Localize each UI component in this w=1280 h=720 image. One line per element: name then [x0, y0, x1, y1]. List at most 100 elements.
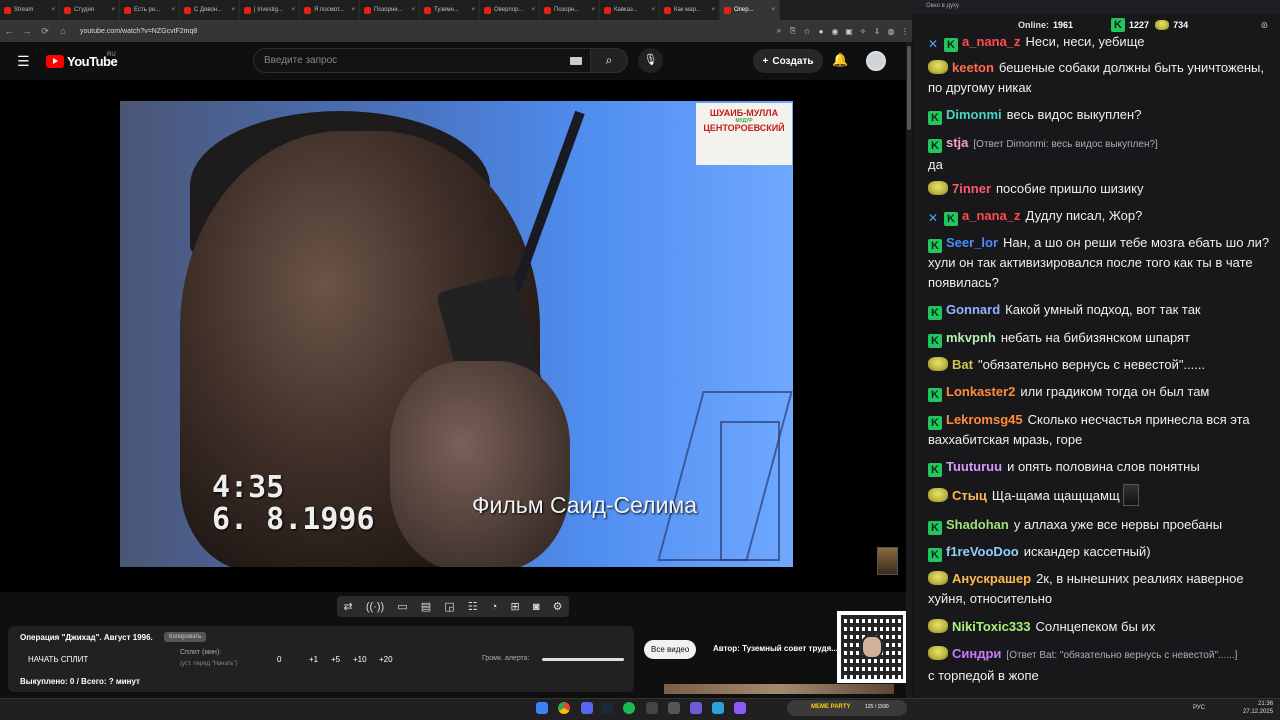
home-icon[interactable]: ⌂: [54, 26, 72, 36]
chat-username[interactable]: Lonkaster2: [946, 384, 1015, 399]
increment-button[interactable]: +20: [379, 655, 393, 664]
chat-username[interactable]: a_nana_z: [962, 208, 1021, 223]
extension-icon[interactable]: ◉: [828, 27, 842, 36]
keyboard-icon[interactable]: [570, 57, 582, 65]
chat-username[interactable]: Gonnard: [946, 302, 1000, 317]
create-button[interactable]: + Создать: [753, 49, 823, 73]
chat-username[interactable]: f1reVooDoo: [946, 544, 1019, 559]
speed-icon[interactable]: ◔: [491, 601, 498, 613]
menu-icon[interactable]: ⋮: [898, 27, 912, 36]
tab-close-icon[interactable]: ×: [351, 7, 355, 13]
tab-close-icon[interactable]: ×: [111, 7, 115, 13]
tab-close-icon[interactable]: ×: [651, 7, 655, 13]
tab-close-icon[interactable]: ×: [411, 7, 415, 13]
zoom-icon[interactable]: ⌕: [772, 26, 786, 36]
app-icon[interactable]: [690, 702, 702, 714]
clapper-icon[interactable]: ▤: [421, 600, 431, 613]
spotify-icon[interactable]: [623, 702, 635, 714]
browser-tab[interactable]: Есть ре... ×: [120, 0, 180, 20]
chat-username[interactable]: Lekromsg45: [946, 412, 1023, 427]
extension-icon[interactable]: ●: [814, 27, 828, 36]
chat-username[interactable]: NikiToxic333: [952, 619, 1031, 634]
increment-button[interactable]: +10: [353, 655, 367, 664]
alert-volume-slider[interactable]: [542, 658, 624, 661]
meme-party-widget[interactable]: МЕМЕ PARTY: [787, 700, 907, 716]
bookmark-star-icon[interactable]: ☆: [800, 27, 814, 36]
steam-icon[interactable]: [601, 702, 613, 714]
chat-settings-icon[interactable]: ⊙: [1260, 20, 1268, 31]
increment-button[interactable]: +1: [309, 655, 318, 664]
reload-icon[interactable]: ⟳: [36, 26, 54, 37]
chat-username[interactable]: Bat: [952, 357, 973, 372]
chat-username[interactable]: Анускрашер: [952, 571, 1031, 586]
all-videos-chip[interactable]: Все видео: [644, 640, 697, 659]
pip-icon[interactable]: ◲: [444, 600, 454, 613]
language-indicator[interactable]: РУС: [1193, 705, 1205, 711]
url-field[interactable]: youtube.com/watch?v=NZGcvtF2mq8: [80, 28, 197, 35]
browser-tab[interactable]: Позорни... ×: [360, 0, 420, 20]
scrollbar-thumb[interactable]: [907, 46, 911, 130]
chat-username[interactable]: keeton: [952, 60, 994, 75]
browser-tab[interactable]: С Девон... ×: [180, 0, 240, 20]
author-chip[interactable]: Автор: Туземный совет трудя...: [713, 644, 839, 653]
share-icon[interactable]: ⎘: [786, 26, 800, 36]
tab-close-icon[interactable]: ×: [471, 7, 475, 13]
split-value[interactable]: 0: [277, 655, 281, 664]
hamburger-menu-icon[interactable]: ☰: [17, 53, 30, 70]
discord-icon[interactable]: [581, 702, 593, 714]
app-icon[interactable]: [646, 702, 658, 714]
search-button[interactable]: ⌕: [590, 48, 628, 73]
avatar[interactable]: [866, 51, 886, 71]
mini-thumbnail[interactable]: [877, 547, 898, 575]
chat-username[interactable]: mkvpnh: [946, 330, 996, 345]
clock[interactable]: 21:36 27.12.2025: [1243, 700, 1273, 716]
start-split-button[interactable]: НАЧАТЬ СПЛИТ: [28, 655, 88, 664]
search-input[interactable]: Введите запрос: [253, 48, 591, 73]
tab-close-icon[interactable]: ×: [591, 7, 595, 13]
browser-tab[interactable]: Позорн... ×: [540, 0, 600, 20]
tab-close-icon[interactable]: ×: [231, 7, 235, 13]
browser-tab[interactable]: | Investig... ×: [240, 0, 300, 20]
browser-tab[interactable]: Кавказ... ×: [600, 0, 660, 20]
settings-icon[interactable]: ⚙: [553, 600, 563, 613]
chat-username[interactable]: Seer_lor: [946, 235, 998, 250]
browser-tab[interactable]: Опер... ×: [720, 0, 780, 20]
forward-icon[interactable]: →: [18, 26, 36, 36]
add-icon[interactable]: ⊞: [511, 600, 520, 613]
broadcast-icon[interactable]: ((·)): [366, 601, 384, 613]
browser-tab[interactable]: Туземн... ×: [420, 0, 480, 20]
browser-tab[interactable]: Я посмот... ×: [300, 0, 360, 20]
repeat-icon[interactable]: ⇄: [344, 600, 353, 613]
app-icon[interactable]: [734, 702, 746, 714]
chat-username[interactable]: a_nana_z: [962, 34, 1021, 49]
chat-username[interactable]: Tuuturuu: [946, 459, 1002, 474]
chrome-icon[interactable]: [558, 702, 570, 714]
tab-close-icon[interactable]: ×: [51, 7, 55, 13]
telegram-icon[interactable]: [712, 702, 724, 714]
subtitles-icon[interactable]: ☷: [468, 600, 478, 613]
browser-tab[interactable]: Оверлор... ×: [480, 0, 540, 20]
puzzle-icon[interactable]: ✧: [856, 27, 870, 36]
microphone-icon[interactable]: 🎙: [638, 48, 663, 73]
notifications-bell-icon[interactable]: 🔔: [832, 52, 848, 68]
extension-icon[interactable]: ▣: [842, 27, 856, 36]
tab-close-icon[interactable]: ×: [711, 7, 715, 13]
browser-tab[interactable]: Stream ×: [0, 0, 60, 20]
tab-close-icon[interactable]: ×: [531, 7, 535, 13]
related-thumbnail[interactable]: [664, 684, 894, 694]
browser-tab[interactable]: Студия ×: [60, 0, 120, 20]
chat-username[interactable]: 7inner: [952, 181, 991, 196]
browser-tab[interactable]: Как мар... ×: [660, 0, 720, 20]
tab-close-icon[interactable]: ×: [291, 7, 295, 13]
profile-icon[interactable]: ◍: [884, 27, 898, 36]
chat-username[interactable]: Синдри: [952, 646, 1001, 661]
copy-button[interactable]: Копировать: [164, 632, 207, 642]
cast-icon[interactable]: ▭: [397, 600, 407, 613]
camera-icon[interactable]: ◙: [533, 601, 540, 613]
tab-close-icon[interactable]: ×: [771, 7, 775, 13]
back-icon[interactable]: ←: [0, 26, 18, 36]
windows-start-icon[interactable]: [536, 702, 548, 714]
chat-username[interactable]: Shadohan: [946, 517, 1009, 532]
chat-username[interactable]: stja: [946, 135, 968, 150]
app-icon[interactable]: [668, 702, 680, 714]
